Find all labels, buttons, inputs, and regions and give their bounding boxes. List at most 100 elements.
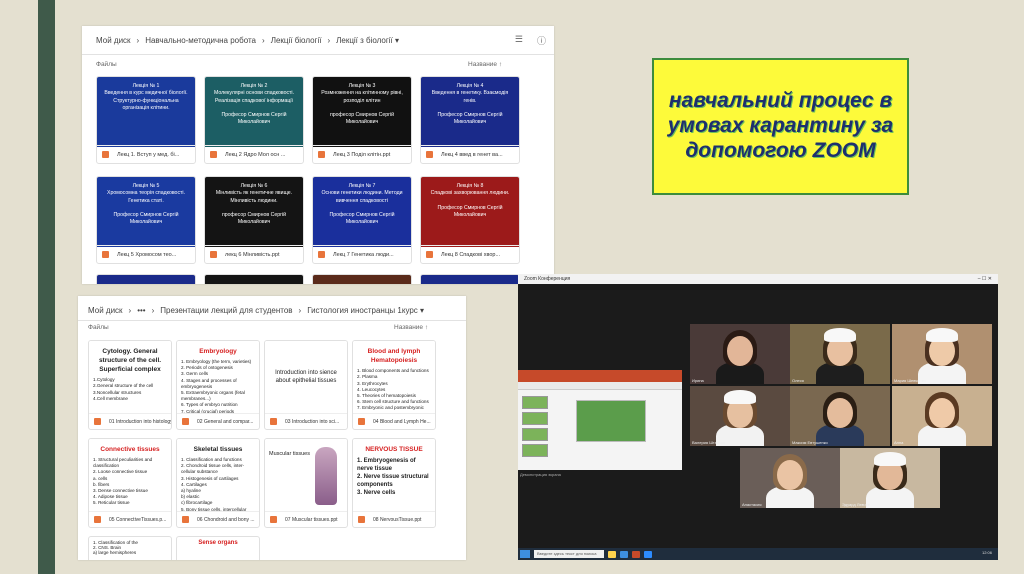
file-tile-partial[interactable]: Sense organs <box>176 536 260 560</box>
powerpoint-file-icon <box>182 516 189 523</box>
ppt-slide-thumbnails <box>522 396 548 466</box>
file-tile-partial[interactable] <box>312 274 412 284</box>
powerpoint-file-icon <box>270 418 277 425</box>
slide-thumbnail: Muscular tissues <box>265 439 347 513</box>
slide-title: Connective tissues <box>100 446 160 453</box>
file-tile[interactable]: Лекція № 2 Молекулярні основи спадковост… <box>204 76 304 164</box>
file-tile[interactable]: Лекція № 6 Мінливість як генетичне явище… <box>204 176 304 264</box>
file-name: 02 General and compar... <box>197 418 254 425</box>
slide-thumbnail: Лекція № 8 Спадкові захворювання людини.… <box>421 177 519 247</box>
powerpoint-file-icon <box>426 251 433 258</box>
medical-cap-icon <box>874 452 906 466</box>
participant-name: Анастасия <box>742 502 762 507</box>
file-tile[interactable]: Лекція № 8 Спадкові захворювання людини.… <box>420 176 520 264</box>
files-label: Файлы <box>96 61 117 68</box>
slide-body: 1. Classification of the 2. CNS. Brain a… <box>93 540 138 555</box>
file-tile[interactable]: Skeletal tissues 1. Classification and fu… <box>176 438 260 528</box>
file-name: лекц 6 Мінливість.ppt <box>225 251 280 258</box>
slide-thumbnail: Лекція № 7 Основи генетики людини. Метод… <box>313 177 411 247</box>
participant-video-tile[interactable]: Олеся <box>790 324 890 384</box>
breadcrumb-item[interactable]: ••• <box>137 306 145 315</box>
file-explorer-icon[interactable] <box>608 550 616 558</box>
sort-by-name[interactable]: Название ↑ <box>394 324 428 331</box>
divider <box>82 54 554 55</box>
participant-video-tile[interactable]: Максим Евтушенко <box>790 386 890 446</box>
taskbar-search[interactable]: Введите здесь текст для поиска <box>534 550 604 558</box>
file-tile[interactable]: Blood and lymph Hematopoiesis 1. Blood co… <box>352 340 436 430</box>
breadcrumb-item[interactable]: Мой диск <box>96 36 131 45</box>
shared-screen-powerpoint[interactable] <box>518 370 682 470</box>
participant-video-tile[interactable]: Анна <box>892 386 992 446</box>
slide-thumbnail: Лекція № 3 Розмноження на клітинному рів… <box>313 77 411 147</box>
file-tile[interactable]: Лекція № 4 Введення в генетику. Взаємоді… <box>420 76 520 164</box>
participant-face <box>929 398 955 428</box>
breadcrumb: Мой диск › ••• › Презентации лекций для студ… <box>88 306 430 315</box>
breadcrumb-separator-icon: › <box>262 36 265 45</box>
file-tile-partial[interactable] <box>204 274 304 284</box>
powerpoint-file-icon <box>318 151 325 158</box>
slide-thumbnail[interactable] <box>522 444 548 457</box>
file-tile[interactable]: Cytology. General structure of the cell.… <box>88 340 172 430</box>
window-controls-icon[interactable]: – ☐ ✕ <box>978 276 992 282</box>
breadcrumb-item[interactable]: Мой диск <box>88 306 123 315</box>
slide-thumbnail: Introduction into sience about epithelia… <box>265 341 347 415</box>
medical-cap-icon <box>926 328 958 342</box>
powerpoint-file-icon <box>358 418 365 425</box>
slide-thumbnail[interactable] <box>522 396 548 409</box>
file-tile[interactable]: Embryology 1. Embryology (the term, varie… <box>176 340 260 430</box>
windows-start-icon[interactable] <box>520 550 530 558</box>
file-name: Лекц 2 Ядро Мол осн ... <box>225 151 286 158</box>
file-tile-partial[interactable]: 1. Classification of the 2. CNS. Brain a… <box>88 536 172 560</box>
grid-view-icon[interactable]: ☰ <box>515 34 523 47</box>
participant-face <box>727 336 753 366</box>
slide-thumbnail: Connective tissues 1. Structural peculiar… <box>89 439 171 513</box>
breadcrumb-item[interactable]: Навчально-методична робота <box>145 36 256 45</box>
file-caption: Лекц 8 Спадкові хвор... <box>421 245 519 263</box>
slide-body: 1. Embryogenesis of nerve tissue 2. Nerv… <box>357 458 429 497</box>
participant-video-tile[interactable]: Мария Шевченко <box>892 324 992 384</box>
file-caption: 06 Chondroid and bony ... <box>177 511 259 527</box>
breadcrumb-item[interactable]: Лекції з біології ▾ <box>336 36 399 45</box>
file-caption: лекц 6 Мінливість.ppt <box>205 245 303 263</box>
file-tile-partial[interactable] <box>420 274 520 284</box>
breadcrumb-item[interactable]: Гистология иностранцы 1курс ▾ <box>307 306 424 315</box>
file-tile[interactable]: Introduction into sience about epithelia… <box>264 340 348 430</box>
file-tile[interactable]: Лекція № 7 Основи генетики людини. Метод… <box>312 176 412 264</box>
file-tile[interactable]: Лекція № 1 Введення в курс медичної біол… <box>96 76 196 164</box>
file-tile-partial[interactable] <box>96 274 196 284</box>
browser-icon[interactable] <box>620 550 628 558</box>
slide-body: Sense organs <box>198 540 238 546</box>
slide-thumbnail: Embryology 1. Embryology (the term, varie… <box>177 341 259 415</box>
file-tile[interactable]: NERVOUS TISSUE 1. Embryogenesis of nerve … <box>352 438 436 528</box>
powerpoint-file-icon <box>94 516 101 523</box>
slide-title: Cytology. General structure of the cell.… <box>98 348 162 374</box>
slide-thumbnail: Лекція № 2 Молекулярні основи спадковост… <box>205 77 303 147</box>
breadcrumb-separator-icon: › <box>128 306 132 315</box>
file-tile[interactable]: Muscular tissues 07 Muscular tissues.ppt <box>264 438 348 528</box>
zoom-window: Zoom Конференция – ☐ ✕ Демонстрация экра… <box>518 274 998 560</box>
file-tile[interactable]: Лекція № 3 Розмноження на клітинному рів… <box>312 76 412 164</box>
file-name: Лекц 7 Генетика люди... <box>333 251 394 258</box>
info-icon[interactable]: ⓘ <box>537 34 546 47</box>
participant-video-tile[interactable]: Валерия Штанько <box>690 386 790 446</box>
sort-by-name[interactable]: Название ↑ <box>468 61 502 68</box>
file-tile[interactable]: Connective tissues 1. Structural peculiar… <box>88 438 172 528</box>
file-caption: Лекц 5 Хромосом тео... <box>97 245 195 263</box>
participant-video-tile[interactable]: Эдуард Левчук <box>840 448 940 508</box>
slide-thumbnail[interactable] <box>522 412 548 425</box>
slide-thumbnail[interactable] <box>522 428 548 441</box>
participant-video-tile[interactable]: Анастасия <box>740 448 840 508</box>
zoom-app-icon[interactable] <box>644 550 652 558</box>
powerpoint-icon[interactable] <box>632 550 640 558</box>
file-caption: Лекц 2 Ядро Мол осн ... <box>205 145 303 163</box>
slide-thumbnail: Лекція № 1 Введення в курс медичної біол… <box>97 77 195 147</box>
slide-thumbnail: NERVOUS TISSUE 1. Embryogenesis of nerve … <box>353 439 435 513</box>
zoom-title-bar: Zoom Конференция – ☐ ✕ <box>518 274 998 284</box>
participant-video-tile[interactable]: Ирина <box>690 324 790 384</box>
file-name: Лекц 4 введ в генет ва... <box>441 151 503 158</box>
file-tile[interactable]: Лекція № 5 Хромосомна теорія спадковості… <box>96 176 196 264</box>
slide-body: 1.Cytology 2.General structure of the ce… <box>93 377 154 401</box>
taskbar-clock: 12:06 <box>981 550 992 555</box>
breadcrumb-item[interactable]: Лекції біології <box>271 36 322 45</box>
breadcrumb-item[interactable]: Презентации лекций для студентов <box>160 306 292 315</box>
